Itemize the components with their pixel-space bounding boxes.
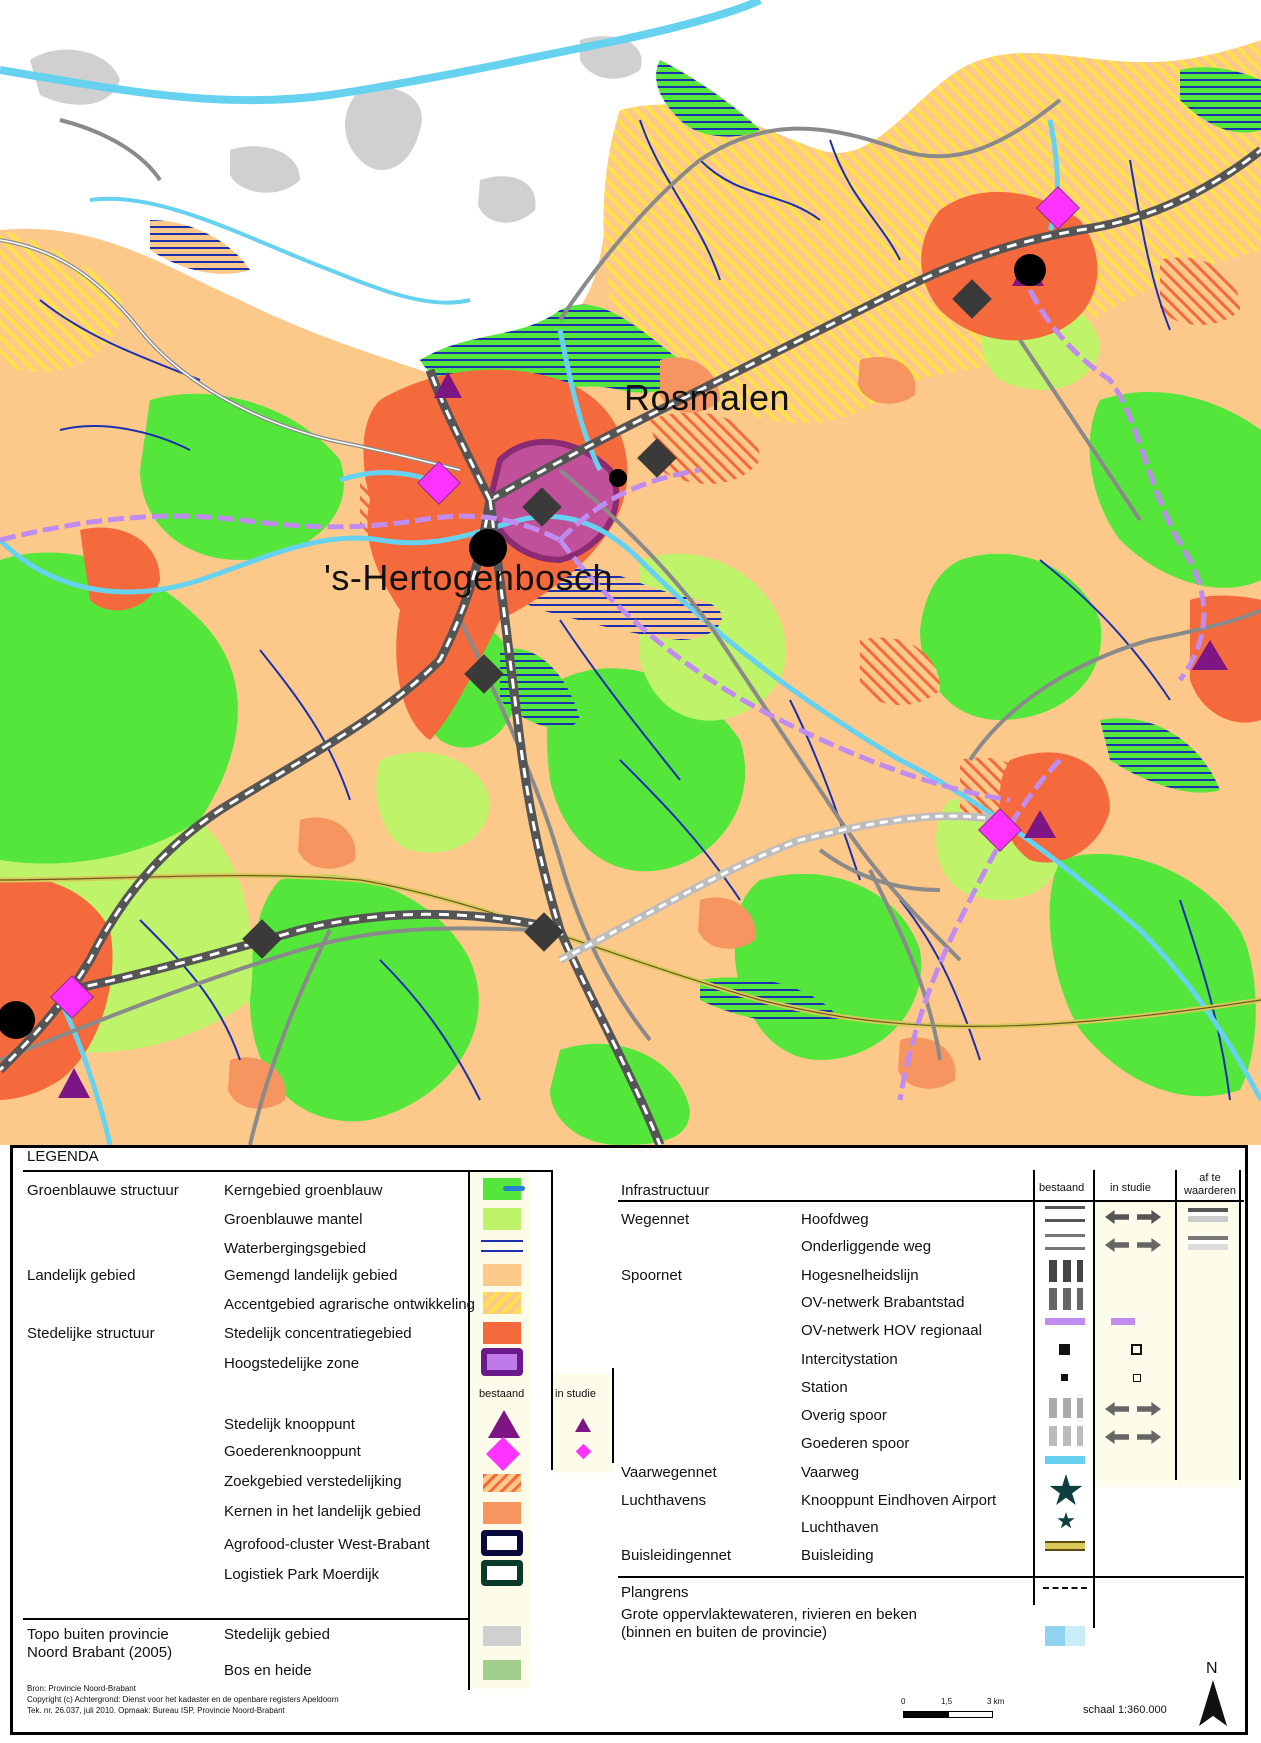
legend-col-bestaand-right: bestaand [1039,1182,1085,1194]
swatch-buisleiding [1045,1541,1085,1551]
legend-item-stedelijk-gebied: Stedelijk gebied [224,1626,330,1643]
swatch-logistiek [481,1560,523,1586]
legend-col-bestaand-left: bestaand [479,1388,525,1400]
swatch-afwaarderen-onderliggend [1188,1236,1228,1250]
legend-item-accentgebied: Accentgebied agrarische ontwikkeling [224,1296,475,1313]
legend-panel: LEGENDA Groenblauwe structuur Kerngebied… [10,1145,1248,1735]
legend-item-gemengd: Gemengd landelijk gebied [224,1267,398,1284]
swatch-overig-spoor [1049,1398,1083,1418]
legend-infra-item: Hoofdweg [801,1211,869,1228]
legend-infra-title: Infrastructuur [621,1182,710,1199]
swatch-hsl [1049,1260,1083,1282]
legend-infra-item: Luchthaven [801,1519,879,1536]
swatch-mantel [483,1208,521,1230]
swatch-hov-studie [1111,1318,1135,1325]
scale-bar-label-mid: 1,5 [941,1697,953,1706]
swatch-afwaarderen-hoofdweg [1188,1208,1228,1222]
legend-item-concentratie: Stedelijk concentratiegebied [224,1325,412,1342]
legend-title: LEGENDA [27,1148,99,1165]
legend-col-afwaarderen: af te waarderen [1184,1172,1236,1197]
legend-infra-group: Vaarwegennet [621,1464,717,1481]
legend-infra-group: Wegennet [621,1211,690,1228]
legend-infra-item: Onderliggende weg [801,1238,932,1255]
legend-item-hoogstedelijk: Hoogstedelijke zone [224,1355,360,1372]
swatch-kernen [483,1502,521,1524]
legend-infra-item: OV-netwerk HOV regionaal [801,1322,982,1339]
legend-item-agrofood: Agrofood-cluster West-Brabant [224,1536,430,1553]
swatch-vaarweg [1045,1456,1085,1464]
swatch-knooppunt-airport [1049,1474,1083,1505]
legend-group-topo: Topo buiten provincie Noord Brabant (200… [27,1626,173,1661]
swatch-goederen-spoor [1049,1426,1083,1446]
swatch-intercity-studie [1131,1344,1142,1355]
swatch-intercity [1059,1344,1070,1355]
legend-item-stedelijk-knooppunt: Stedelijk knooppunt [224,1416,355,1433]
legend-infra-item: Knooppunt Eindhoven Airport [801,1492,997,1509]
map-canvas [0,0,1261,1145]
legend-group-stedelijk: Stedelijke structuur [27,1325,155,1342]
legend-copyright: Copyright (c) Achtergrond: Dienst voor h… [27,1695,339,1704]
legend-item-bos-heide: Bos en heide [224,1662,312,1679]
swatch-agrofood [481,1530,523,1556]
legend-infra-item: Intercitystation [801,1351,898,1368]
place-label-shertogenbosch: 's-Hertogenbosch [324,557,614,598]
swatch-onderliggend [1045,1234,1085,1250]
legend-col-instudie-right: in studie [1110,1182,1151,1194]
swatch-gemengd [483,1264,521,1286]
swatch-hov [1045,1318,1085,1325]
legend-item-kernen: Kernen in het landelijk gebied [224,1503,421,1520]
swatch-hoofdweg [1045,1206,1085,1222]
legend-infra-item: Overig spoor [801,1407,887,1424]
swatch-ov-brabantstad [1049,1288,1083,1310]
north-label: N [1206,1660,1218,1677]
legend-infra-group: Buisleidingennet [621,1547,732,1564]
scale-bar-label-end: 3 km [987,1697,1005,1706]
scale-bar [903,1711,993,1718]
place-label-rosmalen: Rosmalen [624,377,791,418]
legend-infra-item: Hogesnelheidslijn [801,1267,919,1284]
legend-item-logistiek: Logistiek Park Moerdijk [224,1566,380,1583]
legend-item-goederenknooppunt: Goederenknooppunt [224,1443,361,1460]
legend-item-waterberging: Waterbergingsgebied [224,1240,367,1257]
legend-grote-wateren-2: (binnen en buiten de provincie) [621,1624,827,1641]
legend-infra-item: Station [801,1379,848,1396]
swatch-hoogstedelijk [481,1348,523,1376]
legend-infra-group: Luchthavens [621,1492,707,1509]
swatch-zoekgebied [483,1474,521,1492]
swatch-topo-bos [483,1660,521,1680]
north-arrow-icon [1199,1680,1227,1726]
scale-bar-label-0: 0 [901,1697,906,1706]
swatch-accent [483,1292,521,1314]
swatch-grote-wateren [1045,1626,1085,1646]
swatch-luchthaven [1057,1512,1075,1529]
legend-plangrens: Plangrens [621,1584,689,1601]
legend-item-kerngebied: Kerngebied groenblauw [224,1182,383,1199]
legend-group-groenblauw: Groenblauwe structuur [27,1182,179,1199]
legend-item-zoekgebied: Zoekgebied verstedelijking [224,1473,402,1490]
swatch-stedelijk-knooppunt [488,1410,520,1438]
legend-infra-group: Spoornet [621,1267,682,1284]
swatch-concentratie [483,1322,521,1344]
scale-text: schaal 1:360.000 [1083,1704,1167,1716]
legend-infra-item: Vaarweg [801,1464,860,1481]
legend-infra-item: OV-netwerk Brabantstad [801,1294,965,1311]
swatch-station [1061,1374,1068,1381]
legend-infra-item: Buisleiding [801,1547,874,1564]
legend-tek: Tek. nr. 26.037, juli 2010. Opmaak: Bure… [27,1706,285,1715]
legend-grote-wateren-1: Grote oppervlaktewateren, rivieren en be… [621,1606,918,1623]
legend-col-instudie-left: in studie [555,1388,596,1400]
map-sheet: Rosmalen 's-Hertogenbosch LEGENDA Groenb… [0,0,1261,1743]
swatch-plangrens [1043,1587,1087,1589]
legend-item-mantel: Groenblauwe mantel [224,1211,363,1228]
swatch-station-studie [1133,1374,1141,1382]
legend-source: Bron: Provincie Noord-Brabant [27,1684,136,1693]
legend-infra-item: Goederen spoor [801,1435,910,1452]
swatch-waterberging [481,1240,523,1252]
legend-group-landelijk: Landelijk gebied [27,1267,136,1284]
swatch-kerngebied-line [503,1186,525,1191]
swatch-stedelijk-knooppunt-studie [575,1418,591,1432]
swatch-topo-stedelijk [483,1626,521,1646]
